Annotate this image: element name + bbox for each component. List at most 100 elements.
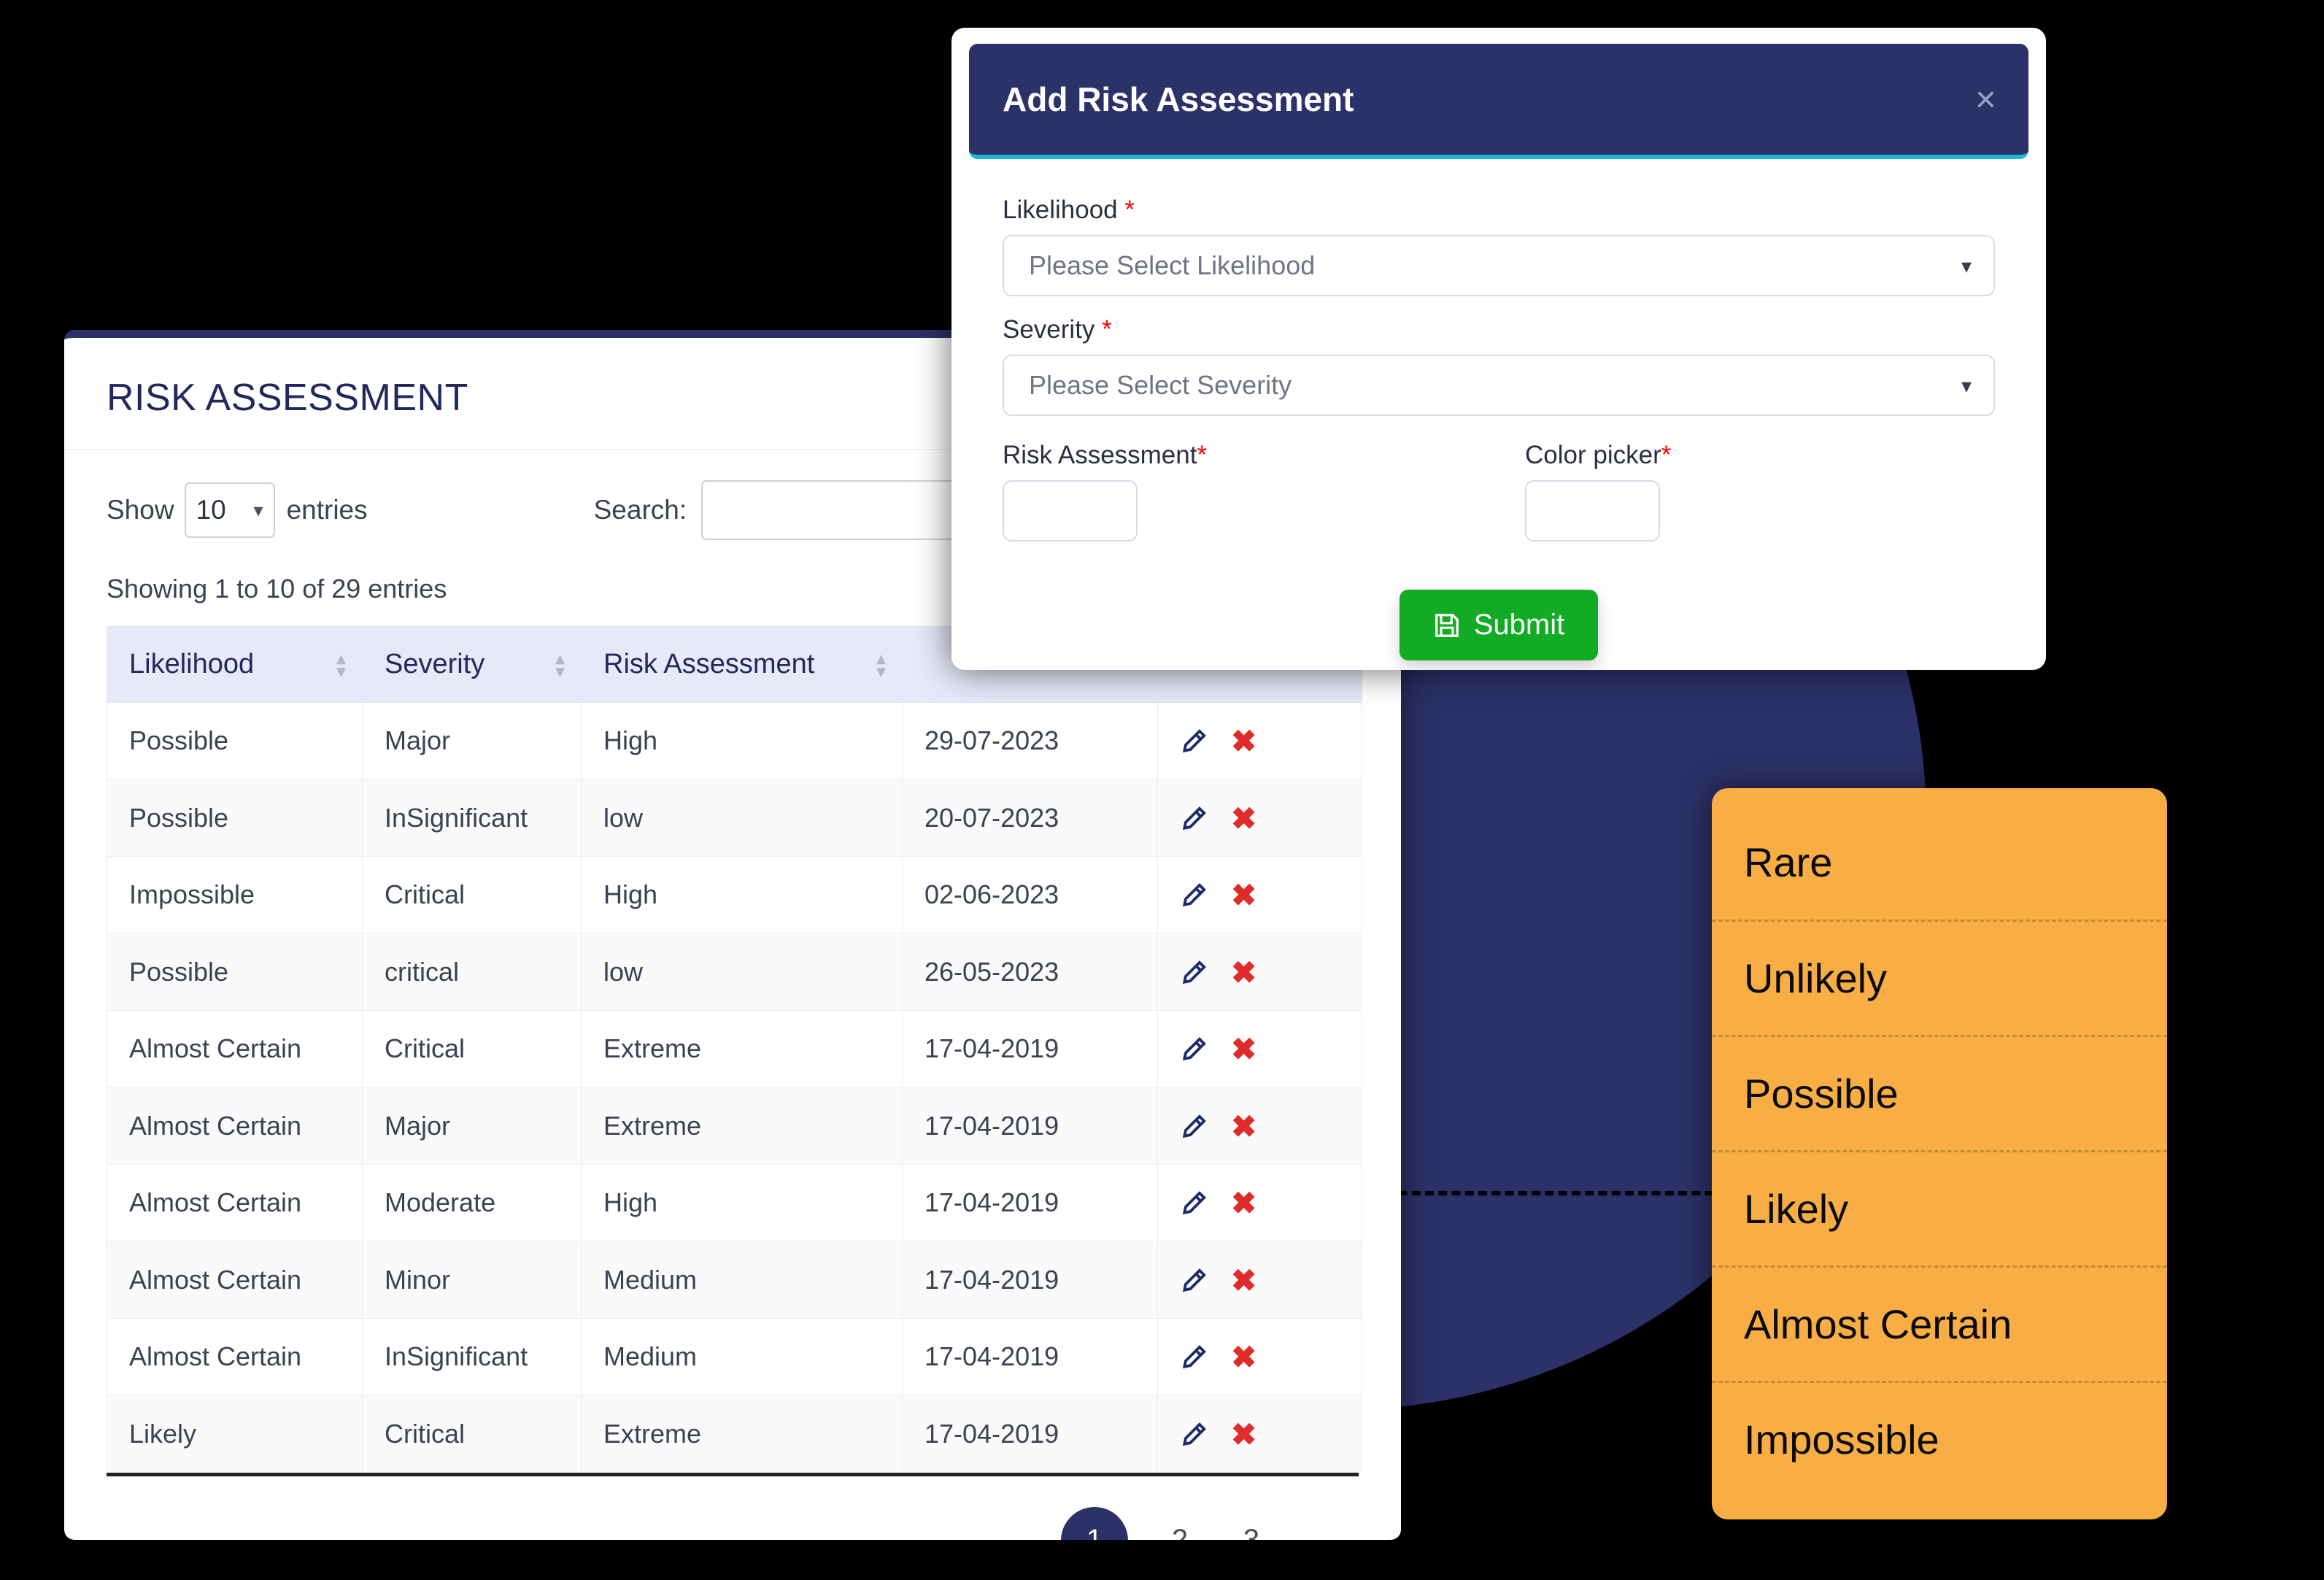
pencil-icon[interactable]: [1180, 1036, 1208, 1063]
cell-actions: ✖: [1157, 1009, 1362, 1088]
likelihood-field-label: Likelihood *: [1003, 196, 1995, 225]
chevron-down-icon: ▾: [1961, 374, 1972, 397]
x-icon[interactable]: ✖: [1231, 803, 1256, 834]
x-icon[interactable]: ✖: [1231, 1342, 1256, 1373]
column-header-severity[interactable]: Severity ▴ ▾: [362, 626, 582, 703]
pencil-icon[interactable]: [1180, 805, 1208, 833]
pencil-icon[interactable]: [1180, 1421, 1208, 1449]
cell-date: 29-07-2023: [902, 701, 1158, 780]
risk-assessment-input[interactable]: [1003, 480, 1138, 542]
likelihood-option-5[interactable]: Impossible: [1712, 1381, 2167, 1496]
x-icon[interactable]: ✖: [1231, 1419, 1256, 1450]
x-icon[interactable]: ✖: [1231, 1034, 1256, 1065]
arrow-right-icon[interactable]: →: [1303, 1524, 1337, 1540]
sort-arrows-icon: ▴ ▾: [336, 646, 346, 682]
cell-actions: ✖: [1157, 1241, 1362, 1319]
add-risk-assessment-modal: Add Risk Assessment × Likelihood * Pleas…: [951, 28, 2046, 670]
cell-date: 17-04-2019: [902, 1009, 1158, 1088]
submit-row: Submit: [1003, 590, 1995, 660]
risk-assessment-table: Likelihood ▴ ▾ Severity ▴ ▾ Risk Assessmen…: [107, 626, 1362, 1473]
cell-severity: InSignificant: [362, 1317, 582, 1396]
column-header-likelihood[interactable]: Likelihood ▴ ▾: [107, 626, 363, 703]
cell-date: 17-04-2019: [902, 1087, 1158, 1165]
cell-severity: Minor: [362, 1241, 582, 1319]
likelihood-option-4[interactable]: Almost Certain: [1712, 1265, 2167, 1381]
cell-risk: Extreme: [581, 1087, 903, 1165]
pencil-icon[interactable]: [1180, 959, 1208, 987]
cell-likelihood: Almost Certain: [107, 1241, 363, 1319]
table-row: Almost Certain Moderate High 17-04-2019 ✖: [107, 1163, 1362, 1242]
search-label: Search:: [593, 495, 687, 525]
table-row: Possible critical low 26-05-2023 ✖: [107, 933, 1362, 1011]
x-icon[interactable]: ✖: [1231, 726, 1256, 757]
cell-actions: ✖: [1157, 933, 1362, 1011]
cell-date: 26-05-2023: [902, 933, 1158, 1011]
arrow-left-icon[interactable]: ←: [995, 1524, 1029, 1540]
entries-select[interactable]: 10 ▾: [184, 482, 275, 538]
table-row: Impossible Critical High 02-06-2023 ✖: [107, 855, 1362, 934]
table-row: Almost Certain InSignificant Medium 17-04-2…: [107, 1317, 1362, 1396]
risk-assessment-label-text: Risk Assessment: [1003, 441, 1197, 469]
sort-arrows-icon: ▴ ▾: [555, 646, 565, 682]
close-icon[interactable]: ×: [1975, 81, 1996, 117]
cell-risk: low: [581, 779, 903, 857]
cell-actions: ✖: [1157, 855, 1362, 934]
cell-likelihood: Almost Certain: [107, 1009, 363, 1088]
pagination-page-1[interactable]: 1: [1061, 1506, 1128, 1540]
color-picker-field-label: Color picker*: [1525, 441, 1995, 470]
column-header-risk-assessment-label: Risk Assessment: [603, 649, 815, 679]
cell-actions: ✖: [1157, 701, 1362, 780]
column-header-risk-assessment[interactable]: Risk Assessment ▴ ▾: [581, 626, 903, 703]
likelihood-select-placeholder: Please Select Likelihood: [1029, 250, 1316, 280]
likelihood-option-0[interactable]: Rare: [1712, 804, 2167, 920]
pagination-page-2[interactable]: 2: [1160, 1524, 1200, 1540]
cell-severity: Moderate: [362, 1163, 582, 1242]
pencil-icon[interactable]: [1180, 1267, 1208, 1295]
cell-date: 20-07-2023: [902, 779, 1158, 857]
likelihood-option-3[interactable]: Likely: [1712, 1150, 2167, 1265]
x-icon[interactable]: ✖: [1231, 1111, 1256, 1142]
chevron-down-icon: ▾: [1961, 254, 1972, 277]
x-icon[interactable]: ✖: [1231, 1265, 1256, 1296]
modal-header: Add Risk Assessment ×: [969, 44, 2028, 159]
x-icon[interactable]: ✖: [1231, 880, 1256, 911]
x-icon[interactable]: ✖: [1231, 1188, 1256, 1219]
column-header-severity-label: Severity: [385, 649, 485, 679]
pencil-icon[interactable]: [1180, 1190, 1208, 1217]
likelihood-select[interactable]: Please Select Likelihood ▾: [1003, 235, 1995, 296]
cell-likelihood: Almost Certain: [107, 1163, 363, 1242]
table-row: Almost Certain Minor Medium 17-04-2019 ✖: [107, 1241, 1362, 1319]
chevron-down-icon: ▾: [253, 499, 263, 521]
required-asterisk: *: [1197, 441, 1208, 469]
pencil-icon[interactable]: [1180, 1344, 1208, 1371]
pencil-icon[interactable]: [1180, 1113, 1208, 1141]
severity-field-label: Severity *: [1003, 315, 1995, 344]
cell-severity: Major: [362, 701, 582, 780]
cell-severity: InSignificant: [362, 779, 582, 857]
x-icon[interactable]: ✖: [1231, 957, 1256, 988]
cell-actions: ✖: [1157, 779, 1362, 857]
cell-risk: Medium: [581, 1317, 903, 1396]
color-picker-input[interactable]: [1525, 480, 1660, 542]
cell-severity: Critical: [362, 1395, 582, 1473]
entries-label: entries: [286, 495, 368, 525]
pencil-icon[interactable]: [1180, 882, 1208, 909]
table-row: Likely Critical Extreme 17-04-2019 ✖: [107, 1395, 1362, 1473]
cell-date: 02-06-2023: [902, 855, 1158, 934]
likelihood-option-2[interactable]: Possible: [1712, 1035, 2167, 1150]
likelihood-option-1[interactable]: Unlikely: [1712, 920, 2167, 1035]
cell-severity: Critical: [362, 855, 582, 934]
cell-date: 17-04-2019: [902, 1241, 1158, 1319]
likelihood-label-text: Likelihood: [1003, 196, 1118, 224]
risk-assessment-field-label: Risk Assessment*: [1003, 441, 1472, 470]
cell-actions: ✖: [1157, 1163, 1362, 1242]
cell-risk: Medium: [581, 1241, 903, 1319]
cell-risk: High: [581, 855, 903, 934]
column-header-likelihood-label: Likelihood: [129, 649, 255, 679]
pencil-icon[interactable]: [1180, 728, 1208, 755]
submit-button[interactable]: Submit: [1399, 590, 1599, 660]
pagination-page-3[interactable]: 3: [1232, 1524, 1271, 1540]
required-asterisk: *: [1102, 315, 1112, 344]
severity-select[interactable]: Please Select Severity ▾: [1003, 355, 1995, 416]
cell-likelihood: Impossible: [107, 855, 363, 934]
